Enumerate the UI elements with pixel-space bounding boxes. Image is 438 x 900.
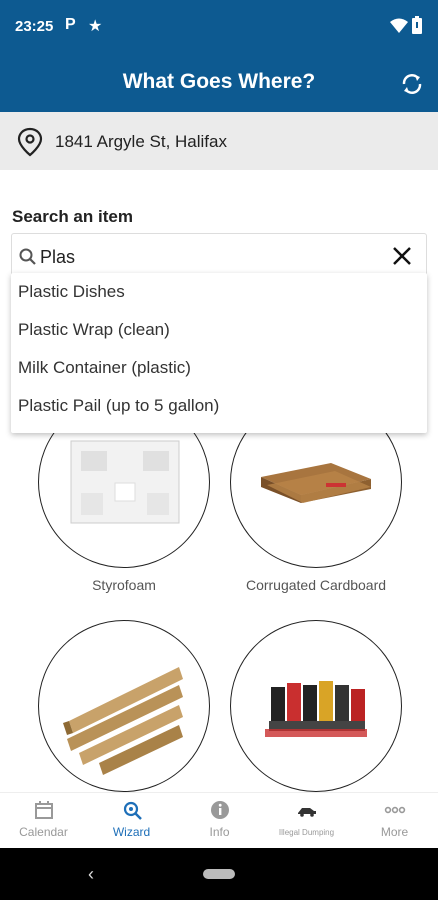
app-bar: What Goes Where? (0, 56, 438, 112)
tab-illegal-dumping[interactable]: Illegal Dumping (263, 793, 350, 849)
lumber-image (63, 667, 183, 775)
home-pill[interactable] (203, 869, 235, 879)
tab-calendar[interactable]: Calendar (0, 793, 87, 849)
location-pin-icon (17, 127, 43, 157)
item-image-circle (230, 620, 402, 792)
suggestions-dropdown: Plastic Dishes Plastic Wrap (clean) Milk… (11, 273, 427, 433)
tab-label: Wizard (112, 825, 151, 839)
suggestion-item[interactable]: Plastic Dishes (11, 273, 427, 311)
refresh-icon[interactable] (398, 70, 426, 98)
search-icon (19, 248, 36, 265)
address-text: 1841 Argyle St, Halifax (55, 132, 227, 151)
search-input[interactable] (40, 243, 370, 271)
calendar-icon (35, 801, 53, 819)
item-image-circle (38, 620, 210, 792)
star-icon: ★ (88, 18, 103, 35)
parking-icon: P (65, 16, 76, 33)
tab-wizard[interactable]: Wizard (88, 793, 175, 849)
tab-label: Info (209, 825, 230, 839)
item-label: Styrofoam (92, 577, 156, 593)
search-label: Search an item (12, 207, 133, 226)
tab-label: Calendar (19, 825, 68, 839)
status-bar: 23:25 P ★ (0, 0, 438, 56)
item-label: Corrugated Cardboard (245, 577, 387, 593)
bottom-navigation: Calendar Wizard Info Illegal Dumping Mor… (0, 792, 438, 848)
suggestion-item[interactable]: Milk Container (plastic) (11, 349, 427, 387)
suggestion-item[interactable]: Plastic Wrap (clean) (11, 311, 427, 349)
back-icon[interactable]: ‹ (88, 864, 94, 885)
batteries-image (265, 681, 367, 737)
tab-info[interactable]: Info (176, 793, 263, 849)
suggestion-item[interactable]: Plastic Pail (up to 5 gallon) (11, 387, 427, 425)
item-lumber[interactable] (38, 620, 210, 800)
truck-icon (298, 808, 316, 817)
system-navigation-bar: ‹ (0, 848, 438, 900)
battery-icon (412, 16, 422, 34)
wizard-icon (123, 801, 142, 820)
tab-label: Illegal Dumping (278, 828, 335, 837)
tab-label: More (380, 825, 409, 839)
close-icon[interactable] (390, 244, 414, 268)
address-bar[interactable]: 1841 Argyle St, Halifax (0, 112, 438, 170)
item-batteries[interactable] (230, 620, 402, 800)
more-icon (384, 806, 406, 814)
wifi-icon (390, 18, 408, 33)
info-icon (211, 801, 229, 819)
page-title: What Goes Where? (122, 70, 316, 93)
status-time: 23:25 (15, 18, 54, 35)
tab-more[interactable]: More (351, 793, 438, 849)
